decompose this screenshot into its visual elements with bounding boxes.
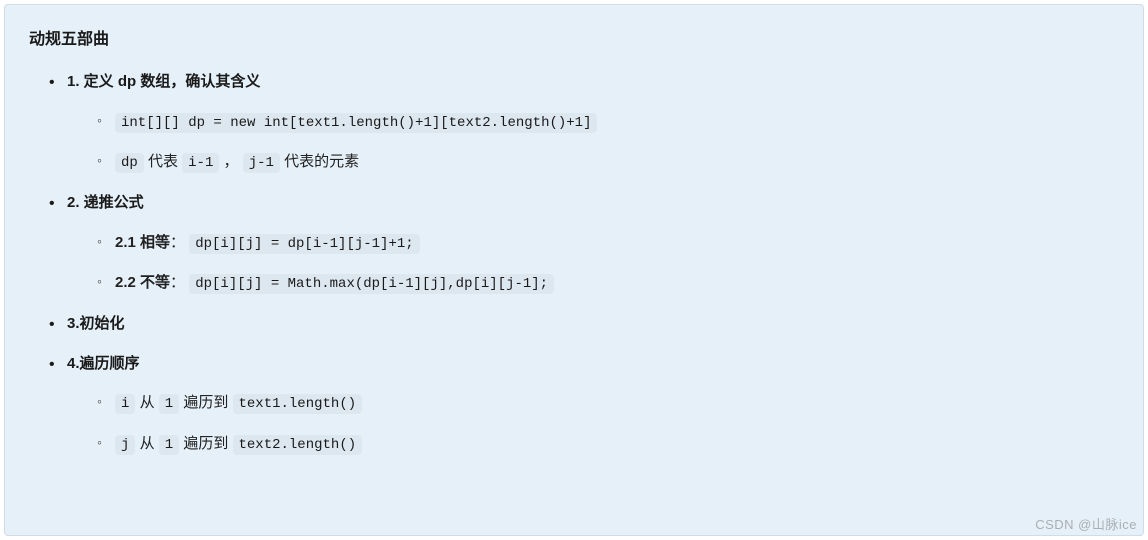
section-1-heading: 1. 定义 dp 数组，确认其含义: [67, 73, 260, 90]
code-text1-length: text1.length(): [233, 394, 363, 414]
text-to-1: 遍历到: [179, 394, 232, 411]
section-4-item-1: i 从 1 遍历到 text1.length(): [97, 390, 1119, 417]
text-represents: 代表: [144, 153, 182, 170]
section-2-heading: 2. 递推公式: [67, 194, 144, 211]
code-dp-declaration: int[][] dp = new int[text1.length()+1][t…: [115, 113, 597, 133]
text-elements: 代表的元素: [280, 153, 359, 170]
section-4: 4.遍历顺序 i 从 1 遍历到 text1.length() j 从 1 遍历…: [49, 351, 1119, 458]
sep-1: ：: [170, 234, 185, 251]
text-to-2: 遍历到: [179, 435, 232, 452]
text-from-2: 从: [135, 435, 158, 452]
watermark: CSDN @山脉ice: [1035, 514, 1137, 533]
main-list: 1. 定义 dp 数组，确认其含义 int[][] dp = new int[t…: [29, 69, 1119, 458]
section-2: 2. 递推公式 2.1 相等： dp[i][j] = dp[i-1][j-1]+…: [49, 190, 1119, 297]
section-3-heading: 3.初始化: [67, 315, 125, 332]
text-comma: ，: [219, 153, 242, 170]
section-2-item-2: 2.2 不等： dp[i][j] = Math.max(dp[i-1][j],d…: [97, 270, 1119, 297]
section-1: 1. 定义 dp 数组，确认其含义 int[][] dp = new int[t…: [49, 69, 1119, 176]
code-equal-formula: dp[i][j] = dp[i-1][j-1]+1;: [189, 234, 419, 254]
code-i-minus-1: i-1: [182, 153, 219, 173]
label-equal: 2.1 相等: [115, 234, 170, 251]
code-one-b: 1: [159, 435, 179, 455]
code-one-a: 1: [159, 394, 179, 414]
section-4-item-2: j 从 1 遍历到 text2.length(): [97, 431, 1119, 458]
label-not-equal: 2.2 不等: [115, 274, 170, 291]
section-1-item-1: int[][] dp = new int[text1.length()+1][t…: [97, 109, 1119, 136]
document-title: 动规五部曲: [29, 25, 1119, 49]
section-3: 3.初始化: [49, 311, 1119, 337]
section-2-sublist: 2.1 相等： dp[i][j] = dp[i-1][j-1]+1; 2.2 不…: [67, 230, 1119, 298]
sep-2: ：: [170, 274, 185, 291]
code-not-equal-formula: dp[i][j] = Math.max(dp[i-1][j],dp[i][j-1…: [189, 274, 554, 294]
section-1-item-2: dp 代表 i-1 ， j-1 代表的元素: [97, 149, 1119, 176]
code-j: j: [115, 435, 135, 455]
section-4-heading: 4.遍历顺序: [67, 355, 140, 372]
text-from-1: 从: [135, 394, 158, 411]
code-i: i: [115, 394, 135, 414]
code-dp: dp: [115, 153, 144, 173]
document-panel: 动规五部曲 1. 定义 dp 数组，确认其含义 int[][] dp = new…: [4, 4, 1144, 536]
code-j-minus-1: j-1: [243, 153, 280, 173]
code-text2-length: text2.length(): [233, 435, 363, 455]
section-1-sublist: int[][] dp = new int[text1.length()+1][t…: [67, 109, 1119, 177]
section-4-sublist: i 从 1 遍历到 text1.length() j 从 1 遍历到 text2…: [67, 390, 1119, 458]
section-2-item-1: 2.1 相等： dp[i][j] = dp[i-1][j-1]+1;: [97, 230, 1119, 257]
